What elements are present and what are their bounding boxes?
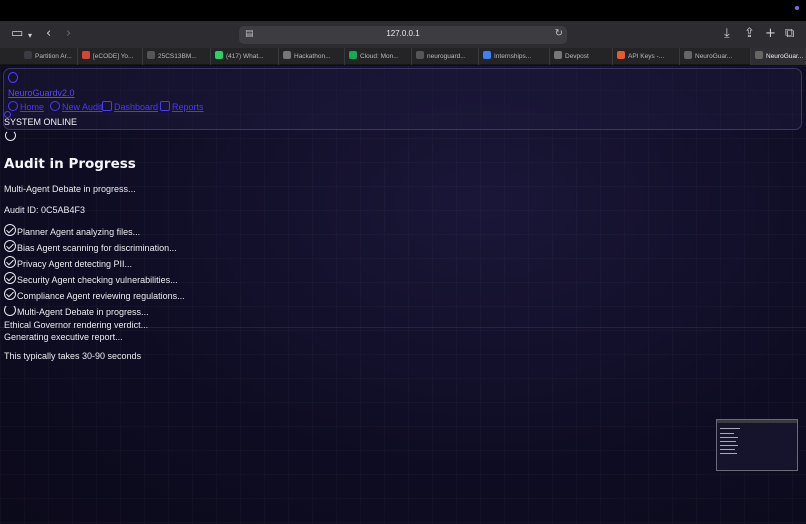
step-label: Compliance Agent reviewing regulations..…	[17, 291, 185, 301]
reload-icon[interactable]: ↻	[555, 28, 563, 39]
nav-link-label: New Audit	[62, 102, 103, 112]
list-item: Privacy Agent detecting PII...	[4, 256, 132, 269]
whatsapp-icon	[215, 51, 223, 59]
browser-tab[interactable]: Internships...	[479, 48, 550, 65]
list-item: Bias Agent scanning for discrimination..…	[4, 240, 177, 253]
mongodb-icon	[349, 51, 357, 59]
browser-tab[interactable]: 25CS13BM...	[143, 48, 211, 65]
browser-tab[interactable]: Cloud: Mon...	[345, 48, 412, 65]
tab-label: API Keys -...	[628, 53, 665, 60]
system-status: SYSTEM ONLINE	[4, 117, 78, 127]
divider	[0, 327, 806, 328]
browser-tab[interactable]: Hackathon...	[279, 48, 345, 65]
browser-tab[interactable]: [eCODE] Yo...	[78, 48, 143, 65]
check-circle-icon	[4, 224, 16, 236]
spinner-icon	[4, 304, 16, 316]
plus-circle-icon	[50, 101, 60, 111]
hackathon-icon	[283, 51, 291, 59]
status-dot-icon	[795, 6, 799, 10]
brand-link[interactable]: NeuroGuardv2.0	[8, 88, 75, 98]
forward-button[interactable]: ›	[66, 27, 71, 41]
check-circle-icon	[4, 256, 16, 268]
nav-link-home[interactable]: Home	[8, 101, 44, 112]
share-icon[interactable]: ⇪	[744, 27, 755, 41]
browser-tab[interactable]: (417) What...	[211, 48, 279, 65]
new-tab-icon[interactable]: +	[765, 27, 776, 41]
nav-link-dashboard[interactable]: Dashboard	[102, 101, 158, 112]
list-item: Compliance Agent reviewing regulations..…	[4, 288, 185, 301]
tab-label: 25CS13BM...	[158, 53, 197, 60]
step-label: Privacy Agent detecting PII...	[17, 259, 133, 269]
tab-label: NeuroGuar...	[766, 53, 804, 60]
tab-label: [eCODE] Yo...	[93, 53, 134, 60]
github-icon	[416, 51, 424, 59]
step-label: Security Agent checking vulnerabilities.…	[17, 275, 178, 285]
dashboard-icon	[102, 101, 112, 111]
browser-tab[interactable]: Devpost	[550, 48, 613, 65]
tab-strip: Partition Ar... [eCODE] Yo... 25CS13BM... (…	[0, 48, 806, 65]
back-button[interactable]: ‹	[46, 27, 51, 41]
download-icon[interactable]: ⤓	[724, 27, 730, 41]
step-label: Multi-Agent Debate in progress...	[17, 307, 149, 317]
brain-logo-icon	[8, 72, 18, 83]
browser-tab[interactable]: NeuroGuar...	[751, 48, 806, 65]
nav-link-label: Dashboard	[114, 102, 159, 112]
list-item: Security Agent checking vulnerabilities.…	[4, 272, 178, 285]
tab-overview-icon[interactable]: ⧉	[785, 27, 794, 41]
tab-label: Hackathon...	[294, 53, 331, 60]
internshala-icon	[483, 51, 491, 59]
tab-label: NeuroGuar...	[695, 53, 733, 60]
browser-tab[interactable]: API Keys -...	[613, 48, 680, 65]
page-title: Audit in Progress	[4, 156, 136, 172]
browser-toolbar: ▭ ▾ ‹ › ▤ 127.0.0.1 ↻ ⤓ ⇪ + ⧉	[0, 21, 806, 48]
progress-subtitle: Multi-Agent Debate in progress...	[4, 184, 136, 194]
document-icon	[24, 51, 32, 59]
list-item: Ethical Governor rendering verdict...	[4, 320, 149, 330]
top-navbar: NeuroGuardv2.0 Home New Audit Dashboard …	[3, 68, 802, 130]
list-item: Generating executive report...	[4, 332, 123, 342]
letter-l-icon	[755, 51, 763, 59]
tab-label: (417) What...	[226, 53, 264, 60]
browser-tab[interactable]: neuroguard...	[412, 48, 479, 65]
audit-id: Audit ID: 0C5AB4F3	[4, 205, 86, 215]
list-item: Multi-Agent Debate in progress...	[4, 304, 149, 317]
chevron-down-icon[interactable]: ▾	[28, 29, 32, 43]
tab-label: Cloud: Mon...	[360, 53, 399, 60]
home-icon	[8, 101, 18, 111]
address-bar[interactable]: ▤ 127.0.0.1 ↻	[239, 26, 567, 44]
tab-label: neuroguard...	[427, 53, 466, 60]
duration-note: This typically takes 30-90 seconds	[4, 351, 142, 361]
check-circle-icon	[4, 288, 16, 300]
reports-icon	[160, 101, 170, 111]
step-label: Planner Agent analyzing files...	[17, 227, 141, 237]
url-text: 127.0.0.1	[386, 29, 420, 38]
browser-tab[interactable]: NeuroGuar...	[680, 48, 751, 65]
check-circle-icon	[4, 272, 16, 284]
github-icon	[147, 51, 155, 59]
list-item: Planner Agent analyzing files...	[4, 224, 140, 237]
gmail-icon	[82, 51, 90, 59]
nav-link-label: Reports	[172, 102, 204, 112]
window-preview-thumbnail[interactable]	[716, 419, 798, 471]
key-icon	[617, 51, 625, 59]
step-label: Bias Agent scanning for discrimination..…	[17, 243, 177, 253]
tab-label: Partition Ar...	[35, 53, 72, 60]
loading-spinner-icon	[5, 130, 16, 141]
browser-tab[interactable]: Partition Ar...	[20, 48, 78, 65]
sidebar-toggle-icon[interactable]: ▭	[11, 27, 23, 41]
check-circle-icon	[4, 240, 16, 252]
tab-label: Devpost	[565, 53, 589, 60]
tab-label: Internships...	[494, 53, 532, 60]
nav-link-label: Home	[20, 102, 45, 112]
page-content: NeuroGuardv2.0 Home New Audit Dashboard …	[0, 66, 806, 524]
letter-l-icon	[684, 51, 692, 59]
devpost-icon	[554, 51, 562, 59]
os-menu-bar	[0, 0, 806, 21]
nav-link-reports[interactable]: Reports	[160, 101, 204, 112]
nav-link-new-audit[interactable]: New Audit	[50, 101, 103, 112]
